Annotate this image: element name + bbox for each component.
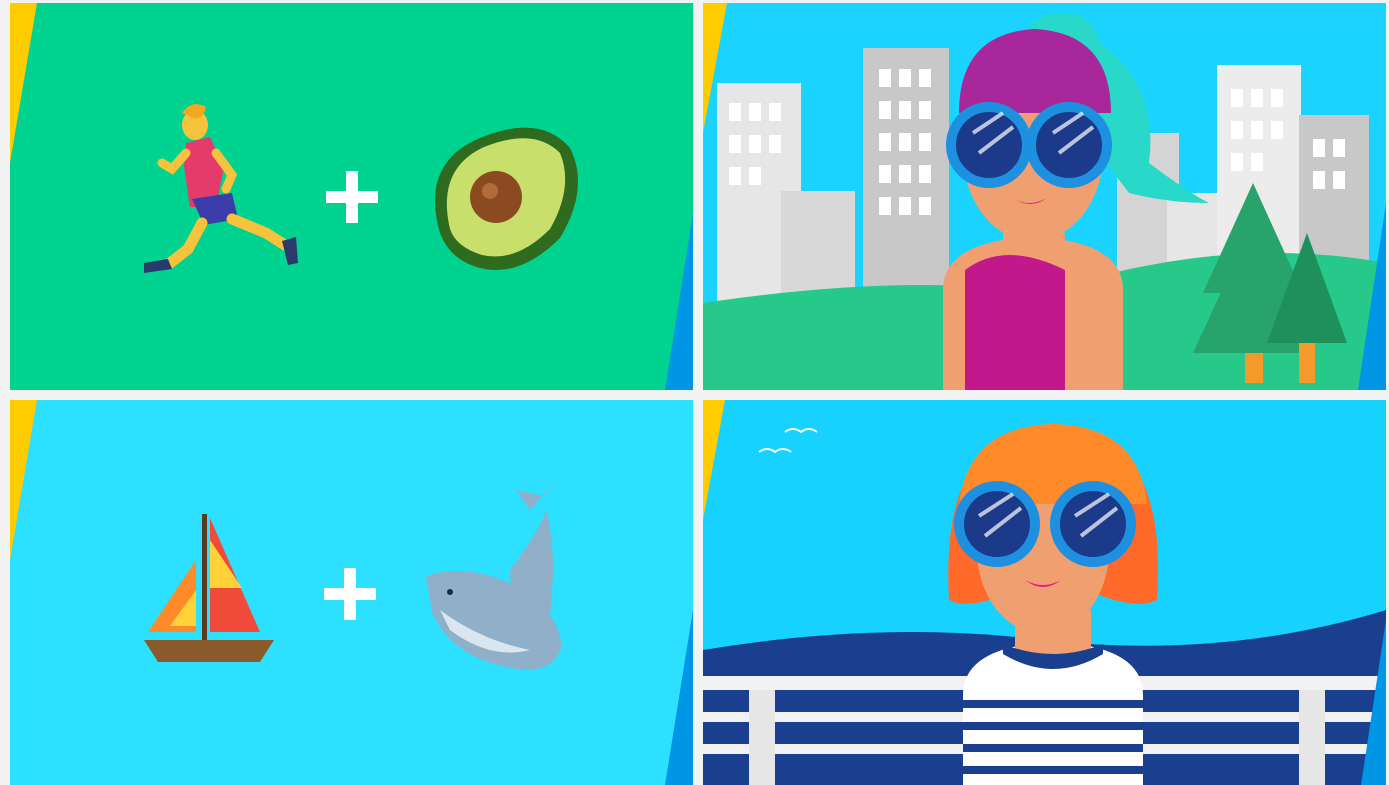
seaside-scene-panel xyxy=(703,400,1386,785)
emoji-runner-plus-avocado-panel xyxy=(10,3,693,390)
emoji-sailboat-plus-whale-panel xyxy=(10,400,693,785)
city-park-scene-panel xyxy=(703,3,1386,390)
